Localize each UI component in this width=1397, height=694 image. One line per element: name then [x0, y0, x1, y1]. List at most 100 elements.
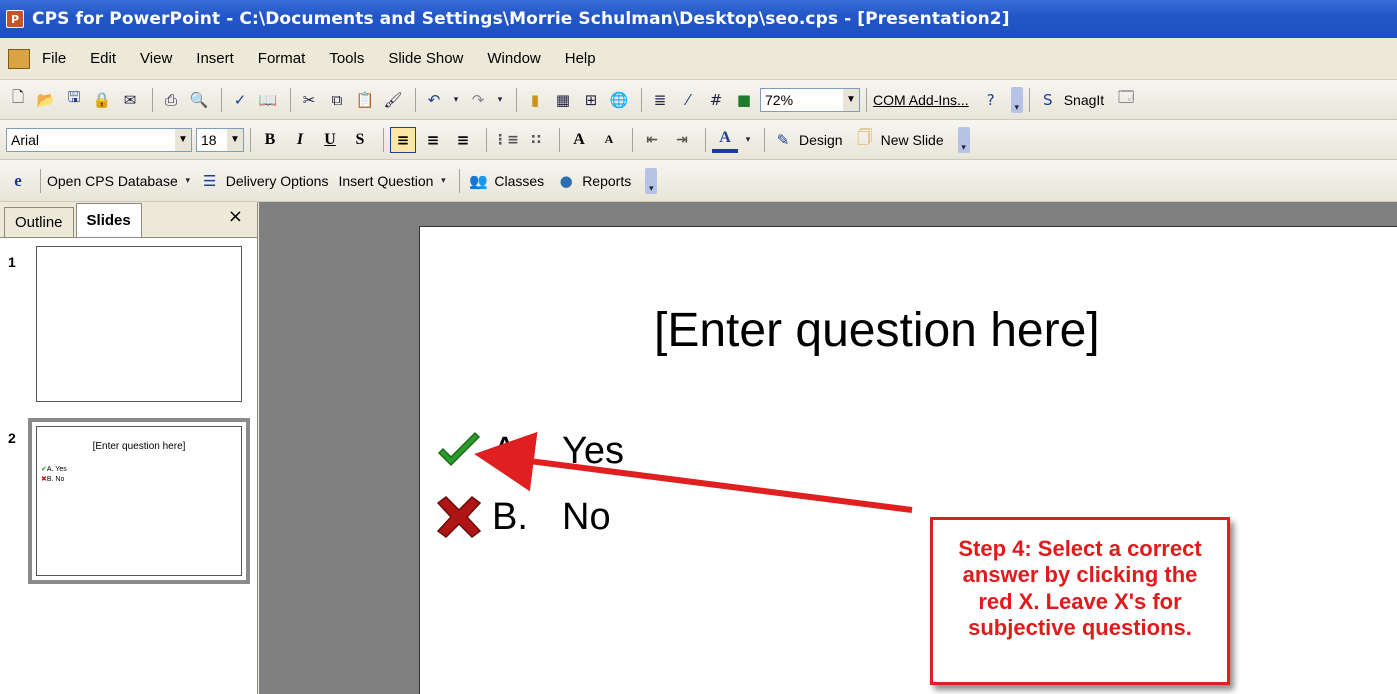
insert-question-button[interactable]: Insert Question [338, 173, 433, 189]
numbering-icon[interactable]: ⋮≡ [493, 127, 519, 153]
correct-check-icon[interactable] [434, 429, 484, 473]
redo-icon[interactable]: ↷ [466, 88, 490, 112]
question-title[interactable]: [Enter question here] [654, 303, 1100, 358]
thumbnail-title: [Enter question here] [92, 441, 186, 452]
menu-file[interactable]: File [42, 50, 66, 67]
slides-pane: Outline Slides × 1 2 [Enter question her… [0, 202, 258, 694]
format-painter-icon[interactable]: 🖌 [381, 88, 405, 112]
font-color-dropdown-icon[interactable]: ▾ [742, 128, 754, 152]
underline-button[interactable]: U [317, 127, 343, 153]
delivery-options-button[interactable]: Delivery Options [226, 173, 329, 189]
cps-toolbar: e Open CPS Database ▾ ☰ Delivery Options… [0, 160, 1397, 202]
chevron-down-icon[interactable]: ▾ [437, 169, 449, 193]
cut-icon[interactable]: ✂ [297, 88, 321, 112]
new-slide-button[interactable]: New Slide [881, 132, 944, 148]
save-icon[interactable]: 🖫 [62, 88, 86, 112]
open-cps-database-button[interactable]: Open CPS Database [47, 173, 178, 189]
bullets-icon[interactable]: ∷ [523, 127, 549, 153]
snagit-window-icon[interactable]: 🗔 [1114, 88, 1138, 112]
menu-edit[interactable]: Edit [90, 50, 116, 67]
chevron-down-icon[interactable]: ▾ [182, 169, 194, 193]
italic-button[interactable]: I [287, 127, 313, 153]
hyperlink-icon[interactable]: 🌐 [607, 88, 631, 112]
research-icon[interactable]: 📖 [256, 88, 280, 112]
zoom-combo[interactable]: 72% ▼ [760, 87, 860, 112]
color-grayscale-icon[interactable]: ■ [732, 88, 756, 112]
undo-icon[interactable]: ↶ [422, 88, 446, 112]
open-folder-icon[interactable]: 📂 [34, 88, 58, 112]
tab-slides[interactable]: Slides [75, 203, 142, 237]
tab-outline[interactable]: Outline [4, 207, 74, 237]
answer-b-text[interactable]: No [562, 496, 611, 539]
font-color-button[interactable]: A [712, 127, 738, 153]
menu-view[interactable]: View [140, 50, 172, 67]
align-left-icon[interactable]: ≡ [390, 126, 416, 153]
answer-a-text[interactable]: Yes [562, 430, 624, 473]
reports-icon[interactable]: ● [554, 169, 578, 193]
chevron-down-icon[interactable]: ▼ [227, 128, 243, 151]
insert-chart-icon[interactable]: ▮ [523, 88, 547, 112]
design-icon[interactable]: ✎ [771, 128, 795, 152]
menu-tools[interactable]: Tools [329, 50, 364, 67]
menu-window[interactable]: Window [487, 50, 540, 67]
chevron-down-icon[interactable]: ▼ [843, 88, 859, 111]
menu-insert[interactable]: Insert [196, 50, 234, 67]
delivery-options-icon[interactable]: ☰ [198, 169, 222, 193]
com-addins-button[interactable]: COM Add-Ins... [873, 92, 969, 108]
font-combo[interactable]: Arial ▼ [6, 127, 192, 152]
cps-logo-icon[interactable]: e [6, 169, 30, 193]
slide-thumbnail-2[interactable]: [Enter question here] ✔A. Yes ✖B. No [28, 418, 250, 584]
chevron-down-icon[interactable]: ▼ [175, 128, 191, 151]
incorrect-x-icon[interactable] [434, 495, 484, 539]
decrease-indent-icon[interactable]: ⇤ [639, 127, 665, 153]
snagit-icon[interactable]: S [1036, 88, 1060, 112]
document-icon[interactable] [8, 48, 30, 69]
redo-dropdown-icon[interactable]: ▾ [494, 88, 506, 112]
spelling-icon[interactable]: ✓ [228, 88, 252, 112]
print-icon[interactable]: ⎙ [159, 88, 183, 112]
align-center-icon[interactable]: ≡ [420, 127, 446, 153]
shadow-button[interactable]: S [347, 127, 373, 153]
design-button[interactable]: Design [799, 132, 843, 148]
close-icon[interactable]: × [228, 206, 243, 227]
toolbar-options-grip[interactable]: ▾ [957, 126, 970, 153]
slide-canvas[interactable]: [Enter question here] A. Yes B. No [419, 226, 1397, 694]
copy-icon[interactable]: ⧉ [325, 88, 349, 112]
menu-help[interactable]: Help [565, 50, 596, 67]
classes-icon[interactable]: 👥 [466, 169, 490, 193]
increase-font-size-button[interactable]: A [566, 127, 592, 153]
grid-icon[interactable]: # [704, 88, 728, 112]
font-size-combo[interactable]: 18 ▼ [196, 127, 244, 152]
paste-icon[interactable]: 📋 [353, 88, 377, 112]
show-formatting-icon[interactable]: ⁄ [676, 88, 700, 112]
toolbar-separator [152, 87, 153, 112]
snagit-button[interactable]: SnagIt [1064, 92, 1104, 108]
classes-button[interactable]: Classes [494, 173, 544, 189]
font-size-value: 18 [201, 131, 217, 148]
thumbnail-answer-a-text: A. Yes [46, 466, 67, 473]
powerpoint-app-icon[interactable]: P [6, 10, 24, 28]
menu-format[interactable]: Format [258, 50, 306, 67]
menu-slide-show[interactable]: Slide Show [388, 50, 463, 67]
email-icon[interactable]: ✉ [118, 88, 142, 112]
increase-indent-icon[interactable]: ⇥ [669, 127, 695, 153]
help-icon[interactable]: ? [979, 88, 1003, 112]
align-right-icon[interactable]: ≡ [450, 127, 476, 153]
toolbar-options-grip[interactable]: ▾ [645, 167, 658, 194]
toolbar-options-grip[interactable]: ▾ [1010, 86, 1023, 113]
instruction-callout: Step 4: Select a correct answer by click… [930, 517, 1230, 685]
permission-icon[interactable]: 🔒 [90, 88, 114, 112]
print-preview-icon[interactable]: 🔍 [187, 88, 211, 112]
insert-table-icon[interactable]: ▦ [551, 88, 575, 112]
reports-button[interactable]: Reports [582, 173, 631, 189]
decrease-font-size-button[interactable]: A [596, 127, 622, 153]
new-slide-icon[interactable]: 🗍 [853, 128, 877, 152]
expand-all-icon[interactable]: ≣ [648, 88, 672, 112]
bold-button[interactable]: B [257, 127, 283, 153]
tables-borders-icon[interactable]: ⊞ [579, 88, 603, 112]
new-icon[interactable]: 🗋 [6, 88, 30, 112]
undo-dropdown-icon[interactable]: ▾ [450, 88, 462, 112]
toolbar-separator [764, 127, 765, 152]
slide-thumbnail-1[interactable] [36, 246, 242, 402]
slide-number: 2 [8, 430, 16, 446]
